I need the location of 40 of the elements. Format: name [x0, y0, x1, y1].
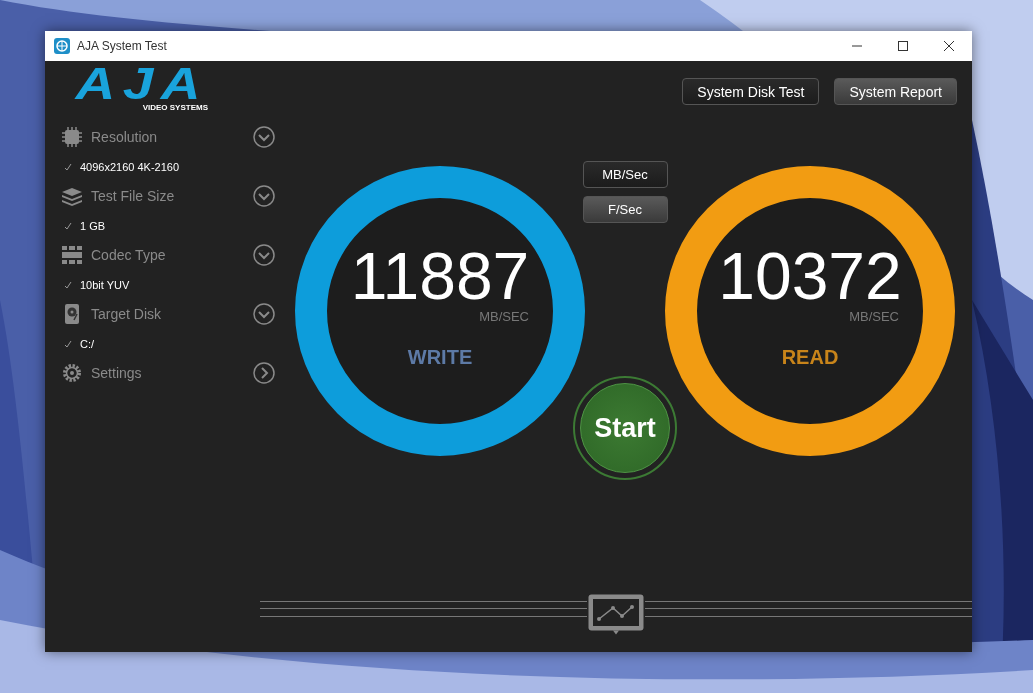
maximize-icon[interactable]: [898, 41, 908, 51]
grid-icon: [62, 245, 82, 265]
logo-subtitle: VIDEO SYSTEMS: [142, 103, 208, 112]
sidebar-item[interactable]: Codec Type: [60, 240, 275, 270]
check-icon: [64, 280, 72, 289]
sidebar-item[interactable]: Target Disk: [60, 299, 275, 329]
disk-test-button[interactable]: System Disk Test: [682, 78, 820, 105]
selected-value: 1 GB: [80, 219, 106, 232]
unit-label: MB/SEC: [479, 309, 529, 324]
sidebar-item[interactable]: Resolution: [60, 122, 275, 152]
gauge-label: WRITE: [407, 346, 473, 369]
logo-wordmark: AJA: [75, 67, 208, 101]
gear-icon: [62, 363, 82, 383]
check-icon: [64, 339, 72, 348]
sidebar-item[interactable]: Settings: [60, 358, 275, 388]
unit-toggle[interactable]: MB/Sec: [582, 161, 668, 188]
unit-label: MB/SEC: [849, 309, 899, 324]
close-icon[interactable]: [944, 41, 954, 51]
check-icon: [64, 162, 72, 171]
chart-icon[interactable]: [587, 593, 645, 635]
check-icon: [64, 221, 72, 230]
layers-icon: [62, 186, 82, 206]
unit-toggle[interactable]: F/Sec: [582, 196, 668, 223]
chevron-right-icon[interactable]: [253, 362, 275, 384]
chevron-down-icon[interactable]: [253, 185, 275, 207]
chevron-down-icon[interactable]: [253, 244, 275, 266]
selected-value: 10bit YUV: [80, 278, 130, 291]
selected-value: C:/: [80, 337, 95, 350]
sidebar-item[interactable]: Test File Size: [60, 181, 275, 211]
window-title: AJA System Test: [77, 39, 167, 53]
chevron-down-icon[interactable]: [253, 303, 275, 325]
chip-icon: [62, 127, 82, 147]
gauge-label: READ: [781, 346, 839, 369]
speed-value: 11887: [350, 243, 530, 309]
start-button[interactable]: Start: [573, 376, 677, 480]
selected-value: 4096x2160 4K-2160: [80, 160, 180, 173]
chevron-down-icon[interactable]: [253, 126, 275, 148]
app-icon: [54, 38, 70, 54]
report-button[interactable]: System Report: [834, 78, 957, 105]
speed-value: 10372: [718, 243, 902, 309]
